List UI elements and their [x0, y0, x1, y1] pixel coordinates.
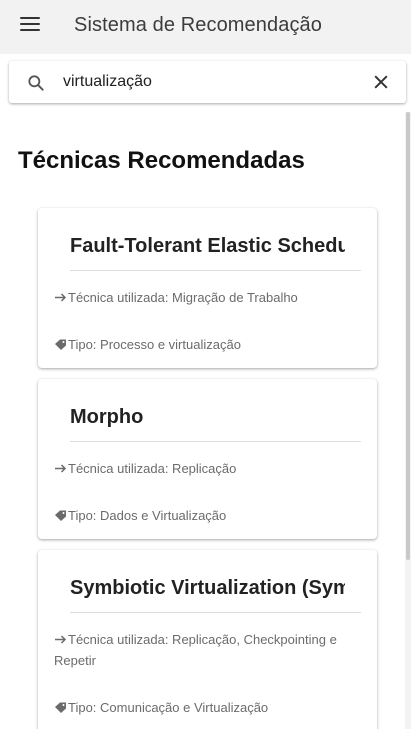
- technique-card[interactable]: Morpho Técnica utilizada: Replicação Tip…: [38, 379, 377, 539]
- technique-card[interactable]: Fault-Tolerant Elastic Scheduling Técnic…: [38, 208, 377, 368]
- card-type: Tipo: Dados e Virtualização: [54, 505, 364, 526]
- card-technique: Técnica utilizada: Migração de Trabalho: [54, 287, 364, 308]
- card-technique-text: Técnica utilizada: Replicação, Checkpoin…: [54, 632, 337, 668]
- tag-icon: [55, 339, 66, 350]
- search-bar: [9, 61, 406, 103]
- tag-icon: [55, 510, 66, 521]
- card-type: Tipo: Processo e virtualização: [54, 334, 364, 355]
- card-type-text: Tipo: Dados e Virtualização: [68, 508, 227, 523]
- card-technique-text: Técnica utilizada: Migração de Trabalho: [68, 290, 298, 305]
- card-title: Symbiotic Virtualization (SymVirt): [70, 577, 345, 599]
- card-technique: Técnica utilizada: Replicação, Checkpoin…: [54, 629, 364, 671]
- arrow-right-icon: [55, 635, 67, 644]
- card-type-text: Tipo: Processo e virtualização: [68, 337, 241, 352]
- menu-icon[interactable]: [20, 17, 40, 35]
- close-icon[interactable]: [371, 72, 391, 92]
- card-type-text: Tipo: Comunicação e Virtualização: [68, 700, 269, 715]
- card-technique-text: Técnica utilizada: Replicação: [68, 461, 237, 476]
- results-panel: Técnicas Recomendadas Fault-Tolerant Ela…: [0, 112, 405, 729]
- app-bar: Sistema de Recomendação: [0, 0, 411, 54]
- tag-icon: [55, 702, 66, 713]
- card-divider: [70, 441, 361, 442]
- technique-card[interactable]: Symbiotic Virtualization (SymVirt) Técni…: [38, 550, 377, 729]
- card-technique: Técnica utilizada: Replicação: [54, 458, 364, 479]
- card-type: Tipo: Comunicação e Virtualização: [54, 697, 364, 718]
- scrollbar-thumb[interactable]: [406, 112, 410, 560]
- card-divider: [70, 612, 361, 613]
- search-icon: [28, 75, 44, 91]
- arrow-right-icon: [55, 293, 67, 302]
- search-input[interactable]: [63, 70, 363, 94]
- app-title: Sistema de Recomendação: [74, 14, 322, 36]
- scrollbar[interactable]: [405, 112, 411, 729]
- section-title: Técnicas Recomendadas: [18, 147, 305, 174]
- card-divider: [70, 270, 361, 271]
- card-title: Fault-Tolerant Elastic Scheduling: [70, 235, 345, 257]
- card-title: Morpho: [70, 406, 144, 428]
- arrow-right-icon: [55, 464, 67, 473]
